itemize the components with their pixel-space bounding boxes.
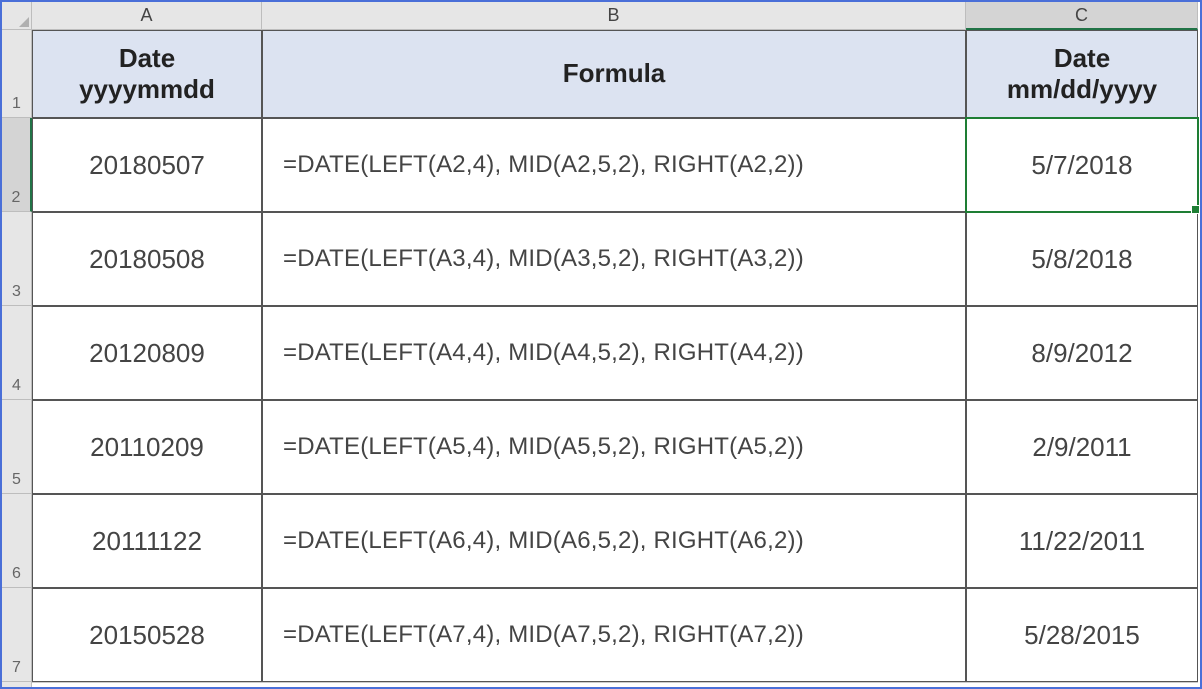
- row-header-6[interactable]: 6: [2, 494, 32, 588]
- cell-B2[interactable]: =DATE(LEFT(A2,4), MID(A2,5,2), RIGHT(A2,…: [262, 118, 966, 212]
- column-header-A[interactable]: A: [32, 2, 262, 30]
- cell-A5[interactable]: 20110209: [32, 400, 262, 494]
- header-cell-C1[interactable]: Date mm/dd/yyyy: [966, 30, 1198, 118]
- cell-A2[interactable]: 20180507: [32, 118, 262, 212]
- bottom-gutter: [32, 682, 1198, 689]
- cell-B5[interactable]: =DATE(LEFT(A5,4), MID(A5,5,2), RIGHT(A5,…: [262, 400, 966, 494]
- cell-C4[interactable]: 8/9/2012: [966, 306, 1198, 400]
- row-header-7[interactable]: 7: [2, 588, 32, 682]
- column-header-C[interactable]: C: [966, 2, 1198, 30]
- cell-B4[interactable]: =DATE(LEFT(A4,4), MID(A4,5,2), RIGHT(A4,…: [262, 306, 966, 400]
- row-header-8[interactable]: [2, 682, 32, 689]
- row-header-5[interactable]: 5: [2, 400, 32, 494]
- cell-C3[interactable]: 5/8/2018: [966, 212, 1198, 306]
- cell-B6[interactable]: =DATE(LEFT(A6,4), MID(A6,5,2), RIGHT(A6,…: [262, 494, 966, 588]
- row-header-3[interactable]: 3: [2, 212, 32, 306]
- cell-C5[interactable]: 2/9/2011: [966, 400, 1198, 494]
- row-header-4[interactable]: 4: [2, 306, 32, 400]
- row-header-2[interactable]: 2: [2, 118, 32, 212]
- select-all-corner[interactable]: [2, 2, 32, 30]
- row-header-1[interactable]: 1: [2, 30, 32, 118]
- spreadsheet-frame: A B C 1 Date yyyymmdd Formula Date mm/dd…: [0, 0, 1202, 689]
- cell-C2[interactable]: 5/7/2018: [966, 118, 1198, 212]
- header-cell-A1[interactable]: Date yyyymmdd: [32, 30, 262, 118]
- spreadsheet-grid: A B C 1 Date yyyymmdd Formula Date mm/dd…: [2, 2, 1200, 689]
- cell-C7[interactable]: 5/28/2015: [966, 588, 1198, 682]
- cell-A4[interactable]: 20120809: [32, 306, 262, 400]
- cell-A3[interactable]: 20180508: [32, 212, 262, 306]
- cell-B3[interactable]: =DATE(LEFT(A3,4), MID(A3,5,2), RIGHT(A3,…: [262, 212, 966, 306]
- cell-A7[interactable]: 20150528: [32, 588, 262, 682]
- cell-A6[interactable]: 20111122: [32, 494, 262, 588]
- column-header-B[interactable]: B: [262, 2, 966, 30]
- cell-B7[interactable]: =DATE(LEFT(A7,4), MID(A7,5,2), RIGHT(A7,…: [262, 588, 966, 682]
- header-cell-B1[interactable]: Formula: [262, 30, 966, 118]
- cell-C6[interactable]: 11/22/2011: [966, 494, 1198, 588]
